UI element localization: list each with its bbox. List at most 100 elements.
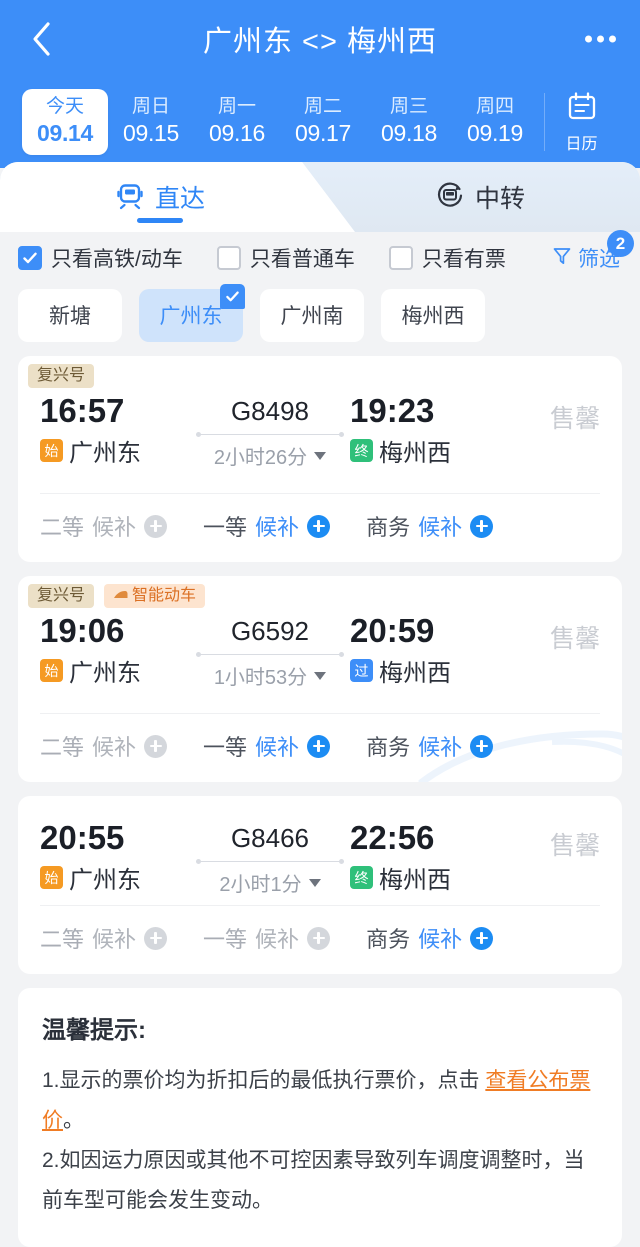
station-tag-start: 始 xyxy=(40,439,63,462)
duration-text: 2小时1分 xyxy=(219,874,302,896)
badge-smart-emu-label: 智能动车 xyxy=(132,587,197,604)
train-front-icon xyxy=(115,180,145,215)
seat-class-label: 一等 xyxy=(203,515,248,540)
date-tab-4[interactable]: 周三 09.18 xyxy=(366,89,452,155)
departure-station: 广州东 xyxy=(69,660,141,687)
duration-row[interactable]: 2小时26分 xyxy=(190,441,350,470)
seat-option-first[interactable]: 一等 候补 xyxy=(203,510,331,542)
tab-direct[interactable]: 直达 xyxy=(0,162,320,232)
calendar-button[interactable]: 日历 xyxy=(544,92,618,153)
seat-action-label: 候补 xyxy=(92,735,137,760)
plus-icon xyxy=(470,926,494,950)
date-selector: 今天 09.14 周日 09.15 周一 09.16 周二 09.17 周三 0… xyxy=(0,78,640,166)
station-chip-label: 梅州西 xyxy=(401,305,465,328)
date-tab-0[interactable]: 今天 09.14 xyxy=(22,89,108,155)
seat-option-second[interactable]: 二等 候补 xyxy=(40,730,168,762)
seat-option-business[interactable]: 商务 候补 xyxy=(366,730,494,762)
seat-class-label: 二等 xyxy=(40,927,85,952)
station-chip-0[interactable]: 新塘 xyxy=(18,289,122,342)
date-tab-1[interactable]: 周日 09.15 xyxy=(108,89,194,155)
station-chip-3[interactable]: 梅州西 xyxy=(381,289,485,342)
seat-option-first[interactable]: 一等 候补 xyxy=(203,922,331,954)
date-tab-date: 09.14 xyxy=(36,120,94,146)
status-badge: 售馨 xyxy=(549,405,600,433)
train-middle-block[interactable]: G8466 2小时1分 xyxy=(190,818,350,897)
date-tab-5[interactable]: 周四 09.19 xyxy=(452,89,538,155)
station-chip-1[interactable]: 广州东 xyxy=(139,284,245,342)
status-badge: 售馨 xyxy=(549,625,600,653)
seat-row: 二等 候补 一等 候补 商务 候补 xyxy=(18,494,622,562)
tab-transfer-label: 中转 xyxy=(474,185,525,213)
departure-time: 16:57 xyxy=(40,392,125,429)
date-tab-weekday: 周三 xyxy=(389,96,428,117)
train-number: G6592 xyxy=(230,616,310,646)
chevron-left-icon xyxy=(29,19,55,59)
route-line xyxy=(196,857,344,867)
checkbox-normal-only[interactable]: 只看普通车 xyxy=(216,243,355,273)
checkbox-available-only[interactable]: 只看有票 xyxy=(388,243,506,273)
date-tab-weekday: 周四 xyxy=(475,96,514,117)
departure-time: 19:06 xyxy=(40,612,125,649)
seat-row: 二等 候补 一等 候补 商务 候补 xyxy=(18,906,622,974)
status-badge: 售馨 xyxy=(549,832,600,860)
train-card[interactable]: 复兴号 16:57 始 广州东 G8498 2小时26分 19:23 终 梅州西… xyxy=(18,356,622,562)
results-sheet: 直达 中转 只看高铁/动车 只看普通车 只看有票 筛选 2 新塘 广州东 广州南… xyxy=(0,162,640,1247)
filter-count-badge: 2 xyxy=(607,230,634,257)
more-dots-icon xyxy=(585,35,592,43)
departure-station: 广州东 xyxy=(69,440,141,467)
route-line xyxy=(196,650,344,660)
checkbox-hsr-only[interactable]: 只看高铁/动车 xyxy=(18,243,183,273)
date-tab-weekday: 周一 xyxy=(217,96,256,117)
train-middle-block[interactable]: G6592 1小时53分 xyxy=(190,611,350,690)
seat-class-label: 二等 xyxy=(40,515,85,540)
departure-station: 广州东 xyxy=(69,867,141,894)
seat-option-business[interactable]: 商务 候补 xyxy=(366,510,494,542)
seat-option-business[interactable]: 商务 候补 xyxy=(366,922,494,954)
date-tab-2[interactable]: 周一 09.16 xyxy=(194,89,280,155)
train-card[interactable]: 20:55 始 广州东 G8466 2小时1分 22:56 终 梅州西 售馨 二… xyxy=(18,796,622,974)
badge-smart-emu: 智能动车 xyxy=(104,584,206,608)
seat-option-second[interactable]: 二等 候补 xyxy=(40,510,168,542)
seat-class-label: 商务 xyxy=(366,927,411,952)
date-tab-date: 09.18 xyxy=(380,120,438,146)
date-tab-weekday: 周日 xyxy=(131,96,170,117)
departure-block: 20:55 始 广州东 xyxy=(40,818,190,895)
duration-row[interactable]: 1小时53分 xyxy=(190,661,350,690)
back-button[interactable] xyxy=(22,19,62,59)
tab-transfer[interactable]: 中转 xyxy=(320,162,640,232)
more-options-button[interactable] xyxy=(585,35,616,43)
duration-row[interactable]: 2小时1分 xyxy=(190,868,350,897)
seat-class-label: 二等 xyxy=(40,735,85,760)
date-tab-3[interactable]: 周二 09.17 xyxy=(280,89,366,155)
arrival-time: 22:56 xyxy=(350,819,435,856)
filter-button[interactable]: 筛选 2 xyxy=(551,230,634,273)
plus-icon xyxy=(144,734,168,758)
train-small-icon xyxy=(113,587,128,604)
seat-action-label: 候补 xyxy=(255,515,300,540)
station-tag-start: 始 xyxy=(40,866,63,889)
filter-row: 只看高铁/动车 只看普通车 只看有票 筛选 2 xyxy=(0,230,640,285)
transfer-train-icon xyxy=(435,180,465,215)
notice-line-1: 1.显示的票价均为折扣后的最低执行票价，点击 查看公布票价。 xyxy=(42,1061,598,1141)
chevron-down-icon xyxy=(314,451,327,460)
station-chip-label: 广州南 xyxy=(280,305,344,328)
train-card-main: 16:57 始 广州东 G8498 2小时26分 19:23 终 梅州西 售馨 xyxy=(18,387,622,485)
date-tab-date: 09.16 xyxy=(208,120,266,146)
station-tag-end: 终 xyxy=(350,439,373,462)
station-chip-2[interactable]: 广州南 xyxy=(260,289,364,342)
nav-bar: 广州东 <> 梅州西 xyxy=(0,0,640,78)
chevron-down-icon xyxy=(314,671,327,680)
tab-active-indicator xyxy=(137,218,183,223)
station-chip-row: 新塘 广州东 广州南 梅州西 xyxy=(0,284,640,356)
seat-option-first[interactable]: 一等 候补 xyxy=(203,730,331,762)
seat-action-label: 候补 xyxy=(418,515,463,540)
date-tab-weekday: 今天 xyxy=(45,96,84,117)
notice-line-1-text: 1.显示的票价均为折扣后的最低执行票价，点击 xyxy=(42,1069,486,1092)
train-card[interactable]: 复兴号 智能动车 19:06 始 广州东 G6592 1小时53分 20:59 … xyxy=(18,576,622,782)
train-middle-block[interactable]: G8498 2小时26分 xyxy=(190,391,350,470)
plus-icon xyxy=(307,734,331,758)
calendar-label: 日历 xyxy=(565,136,598,153)
seat-option-second[interactable]: 二等 候补 xyxy=(40,922,168,954)
departure-block: 19:06 始 广州东 xyxy=(40,611,190,688)
seat-class-label: 一等 xyxy=(203,927,248,952)
